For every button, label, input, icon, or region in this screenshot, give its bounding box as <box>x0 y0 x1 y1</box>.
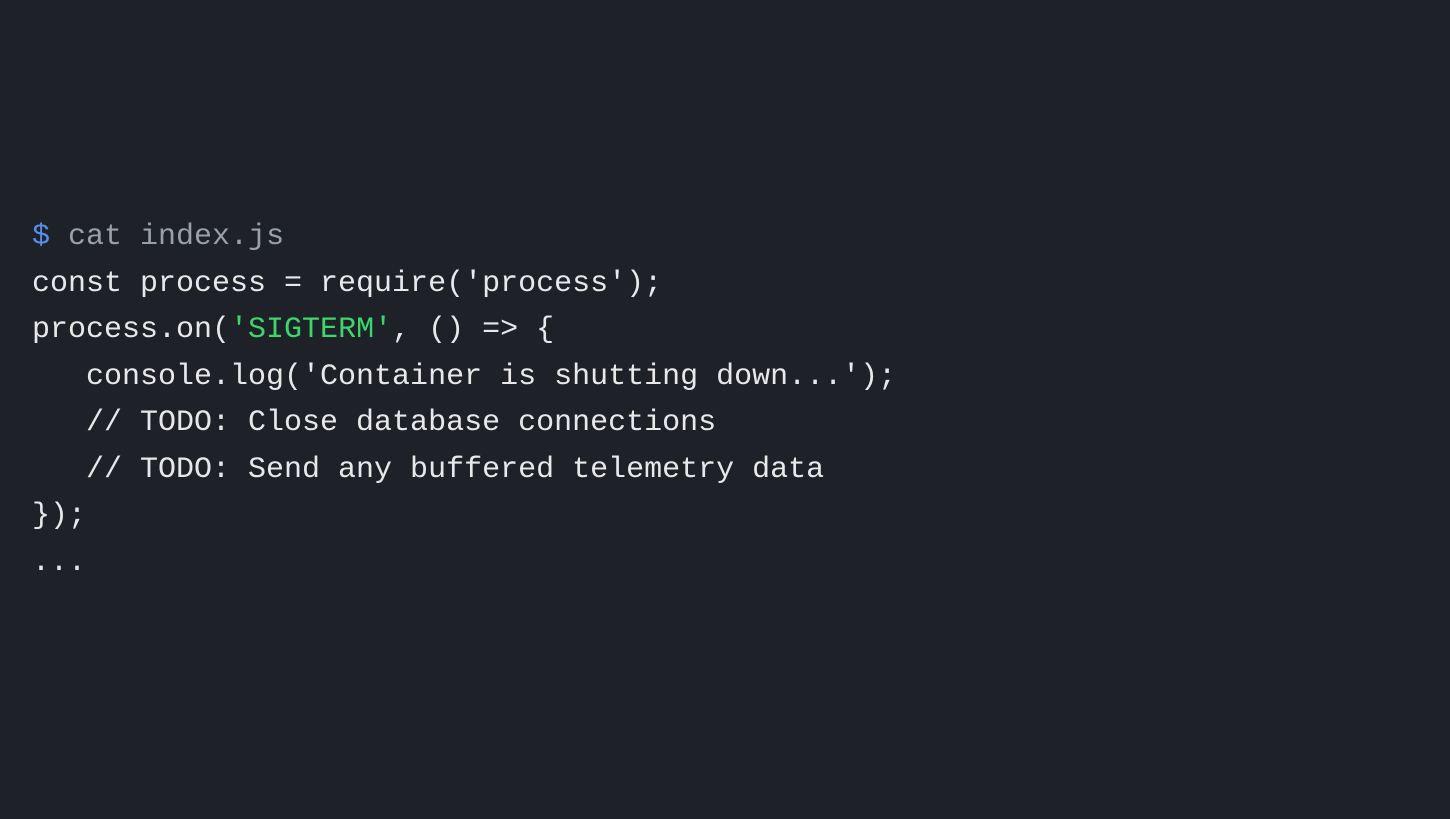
code-line-1: const process = require('process'); <box>32 261 1418 308</box>
code-line-3: process.on('SIGTERM', () => { <box>32 307 1418 354</box>
code-text: process.on( <box>32 313 230 347</box>
terminal-prompt-line: $ cat index.js <box>32 214 1418 261</box>
code-line-7-comment: // TODO: Close database connections <box>32 400 1418 447</box>
prompt-command: cat index.js <box>68 220 284 254</box>
code-line-8-comment: // TODO: Send any buffered telemetry dat… <box>32 447 1418 494</box>
code-line-12-ellipsis: ... <box>32 540 1418 587</box>
code-text: const process = require( <box>32 267 464 301</box>
code-line-10: }); <box>32 493 1418 540</box>
code-signal-string: 'SIGTERM' <box>230 313 392 347</box>
code-string: 'process' <box>464 267 626 301</box>
code-line-5: console.log('Container is shutting down.… <box>32 354 1418 401</box>
prompt-symbol: $ <box>32 220 50 254</box>
code-text: , () => { <box>392 313 554 347</box>
code-text: ); <box>626 267 662 301</box>
